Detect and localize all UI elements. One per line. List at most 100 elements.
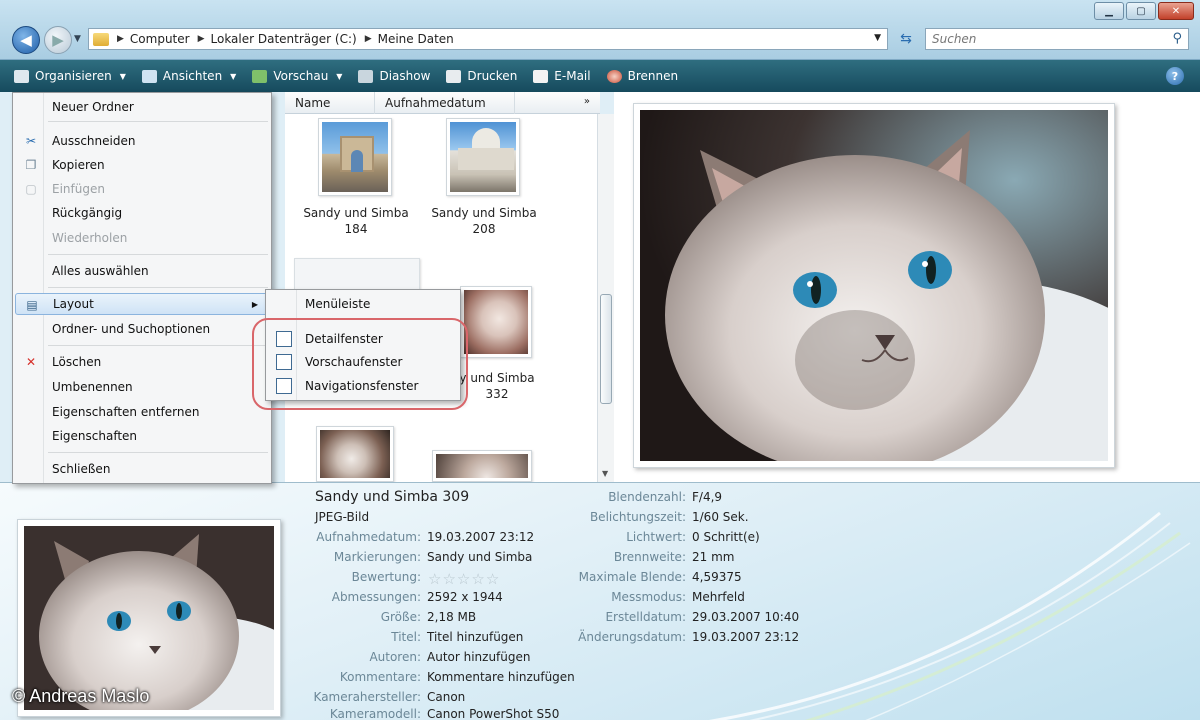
prop-value-tags[interactable]: Sandy und Simba — [427, 550, 532, 564]
slideshow-button[interactable]: Diashow — [358, 69, 430, 83]
thumbnail-caption: Sandy und Simba 184 — [303, 206, 409, 236]
star-icon[interactable]: ☆ — [471, 570, 485, 588]
thumbnail-332[interactable] — [460, 286, 532, 358]
prop-label: Kameramodell: — [329, 707, 421, 720]
menu-item-paste[interactable]: ▢ Einfügen — [15, 178, 269, 200]
organize-button[interactable]: Organisieren ▼ — [14, 69, 126, 83]
menu-item-close[interactable]: Schließen — [15, 458, 269, 480]
minimize-icon: ▁ — [1105, 5, 1113, 17]
menu-item-delete[interactable]: ✕ Löschen — [15, 351, 269, 373]
prop-value-camera-model: Canon PowerShot S50 — [427, 707, 560, 720]
breadcrumb-computer[interactable]: ▶ Computer — [117, 32, 190, 46]
menu-item-new-folder[interactable]: Neuer Ordner — [15, 96, 269, 118]
star-icon[interactable]: ☆ — [442, 570, 456, 588]
prop-label: Lichtwert: — [626, 530, 686, 544]
preview-image-frame — [633, 103, 1180, 520]
minimize-button[interactable]: ▁ — [1094, 2, 1124, 20]
column-date-taken[interactable]: Aufnahmedatum — [375, 91, 515, 114]
menu-item-remove-properties[interactable]: Eigenschaften entfernen — [15, 401, 269, 423]
views-button[interactable]: Ansichten ▼ — [141, 69, 236, 83]
maximize-button[interactable]: ▢ — [1126, 2, 1156, 20]
scrollbar-thumb[interactable] — [600, 294, 612, 404]
thumbnail-image — [320, 430, 390, 478]
annotation-highlight-ring — [252, 318, 468, 410]
back-arrow-icon: ◀ — [20, 31, 32, 49]
menu-item-properties[interactable]: Eigenschaften — [15, 425, 269, 447]
window-controls: ▁ ▢ ✕ — [1094, 2, 1194, 20]
command-toolbar: Organisieren ▼ Ansichten ▼ Vorschau ▼ Diash… — [0, 60, 1200, 92]
prop-value-metering: Mehrfeld — [692, 590, 745, 604]
burn-disc-icon — [606, 69, 622, 83]
menu-separator — [48, 287, 268, 288]
menu-item-folder-options[interactable]: Ordner- und Suchoptionen — [15, 318, 269, 340]
search-input[interactable]: Suchen ⚲ — [925, 28, 1189, 50]
menu-item-cut[interactable]: ✂ Ausschneiden — [15, 130, 269, 152]
address-bar[interactable]: ▶ Computer ▶ Lokaler Datenträger (C:) ▶ Mei… — [88, 28, 888, 50]
menu-item-undo[interactable]: Rückgängig — [15, 202, 269, 224]
search-icon[interactable]: ⚲ — [1172, 31, 1182, 46]
chevron-down-icon: ▼ — [119, 71, 126, 81]
menu-item-redo[interactable]: Wiederholen — [15, 227, 269, 249]
thumbnail-image — [322, 122, 388, 192]
file-list-scrollbar[interactable]: ▼ — [597, 114, 614, 482]
prop-label: Größe: — [380, 610, 421, 624]
thumbnail-selected[interactable] — [294, 258, 420, 290]
thumbnail-image — [450, 122, 516, 192]
prop-value-authors[interactable]: Autor hinzufügen — [427, 650, 531, 664]
star-icon[interactable]: ☆ — [457, 570, 471, 588]
thumbnail-caption: Sandy und Simba 208 — [431, 206, 537, 236]
prop-value-comments[interactable]: Kommentare hinzufügen — [427, 670, 575, 684]
email-button[interactable]: E-Mail — [533, 69, 591, 83]
help-button[interactable]: ? — [1166, 67, 1184, 85]
menu-separator — [48, 345, 268, 346]
prop-value-title[interactable]: Titel hinzufügen — [427, 630, 523, 644]
detail-filetype: JPEG-Bild — [315, 510, 370, 524]
slideshow-icon — [358, 69, 374, 83]
more-columns-icon[interactable]: » — [584, 96, 590, 107]
email-icon — [533, 69, 549, 83]
menu-item-select-all[interactable]: Alles auswählen — [15, 260, 269, 282]
close-icon: ✕ — [1171, 5, 1181, 17]
rating-stars[interactable]: ☆☆☆☆☆ — [428, 570, 500, 588]
print-button[interactable]: Drucken — [446, 69, 517, 83]
breadcrumb-drive[interactable]: ▶ Lokaler Datenträger (C:) — [198, 32, 357, 46]
refresh-button[interactable]: ⇆ — [893, 28, 919, 50]
prop-label: Messmodus: — [611, 590, 686, 604]
scroll-down-icon[interactable]: ▼ — [602, 469, 608, 478]
refresh-icon: ⇆ — [900, 31, 912, 47]
thumbnail-208[interactable] — [446, 118, 520, 196]
title-bar: ▁ ▢ ✕ ◀ ▶ ▼ ▶ Computer ▶ Lokaler Datenträg… — [0, 0, 1200, 60]
prop-value-ev: 0 Schritt(e) — [692, 530, 760, 544]
forward-button[interactable]: ▶ — [44, 26, 72, 54]
column-name[interactable]: Name — [285, 91, 375, 114]
recent-pages-dropdown[interactable]: ▼ — [74, 34, 81, 44]
submenu-item-menu-bar[interactable]: Menüleiste — [268, 293, 458, 315]
organize-icon — [14, 69, 29, 83]
chevron-down-icon: ▼ — [336, 71, 343, 81]
address-dropdown-icon[interactable]: ▼ — [874, 33, 881, 43]
star-icon[interactable]: ☆ — [428, 570, 442, 588]
star-icon[interactable]: ☆ — [486, 570, 500, 588]
menu-item-rename[interactable]: Umbenennen — [15, 376, 269, 398]
menu-item-layout[interactable]: ▤ Layout ▶ — [15, 293, 269, 315]
cat-photo-preview — [640, 110, 1180, 520]
prop-label: Änderungsdatum: — [578, 630, 686, 644]
back-button[interactable]: ◀ — [12, 26, 40, 54]
thumbnail-184[interactable] — [318, 118, 392, 196]
menu-item-copy[interactable]: ❐ Kopieren — [15, 154, 269, 176]
preview-button[interactable]: Vorschau ▼ — [252, 69, 342, 83]
breadcrumb-folder[interactable]: ▶ Meine Daten — [365, 32, 454, 46]
prop-label: Markierungen: — [333, 550, 421, 564]
thumbnail-cat[interactable] — [432, 450, 532, 482]
prop-label: Erstelldatum: — [605, 610, 686, 624]
prop-value-modified: 19.03.2007 23:12 — [692, 630, 800, 644]
copy-icon: ❐ — [25, 158, 37, 172]
prop-value-date-taken[interactable]: 19.03.2007 23:12 — [427, 530, 534, 544]
breadcrumb-chevron-icon: ▶ — [364, 34, 372, 44]
burn-button[interactable]: Brennen — [606, 69, 678, 83]
thumbnail-cat[interactable] — [316, 426, 394, 482]
close-button[interactable]: ✕ — [1158, 2, 1194, 20]
delete-icon: ✕ — [25, 355, 37, 369]
menu-separator — [48, 452, 268, 453]
prop-value-created: 29.03.2007 10:40 — [692, 610, 800, 624]
